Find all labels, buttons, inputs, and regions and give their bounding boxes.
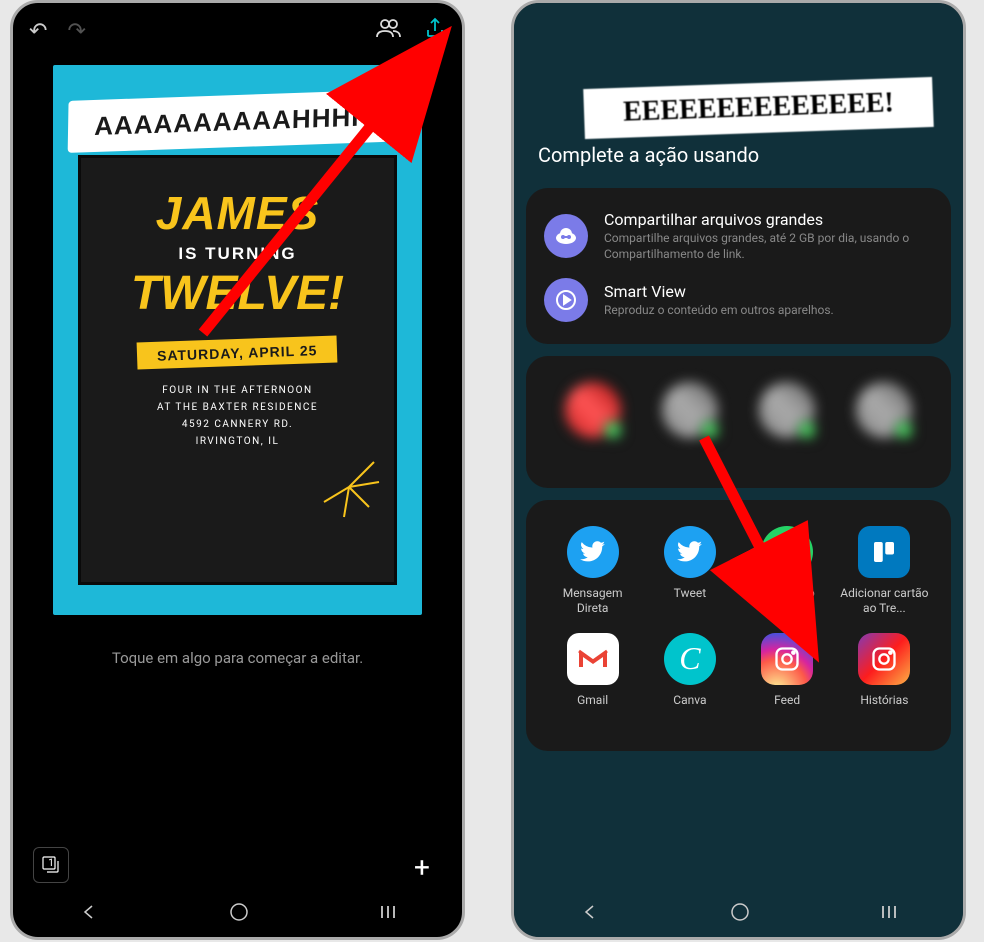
add-button[interactable]: + xyxy=(402,847,442,887)
collaborators-icon[interactable] xyxy=(376,17,402,45)
twitter-icon xyxy=(664,526,716,578)
canva-icon: C xyxy=(664,633,716,685)
detail-line: 4592 CANNERY RD. xyxy=(157,416,318,433)
app-label: Feed xyxy=(774,693,800,707)
instagram-icon xyxy=(761,633,813,685)
app-label: Mensagem Direta xyxy=(548,586,638,615)
contact-item[interactable] xyxy=(854,382,914,454)
bg-banner-text: EEEEEEEEEEEEEE! xyxy=(623,87,895,128)
avatar xyxy=(759,382,815,438)
app-gmail[interactable]: Gmail xyxy=(544,633,641,707)
home-icon[interactable] xyxy=(229,902,249,926)
contacts-section xyxy=(526,356,951,488)
app-label: WhatsApp xyxy=(760,586,815,600)
app-twitter-dm[interactable]: Mensagem Direta xyxy=(544,526,641,615)
editor-screen: ↶ ↷ AAAAAAAAAAHHHH! JAMES IS TURNING xyxy=(10,0,465,940)
option-subtitle: Compartilhe arquivos grandes, até 2 GB p… xyxy=(604,231,933,262)
app-label: Gmail xyxy=(577,693,608,707)
redo-icon[interactable]: ↷ xyxy=(67,19,85,44)
editor-toolbar: ↶ ↷ xyxy=(13,3,462,59)
avatar xyxy=(565,382,621,438)
back-icon[interactable] xyxy=(579,901,601,927)
contact-item[interactable] xyxy=(660,382,720,454)
contact-item[interactable] xyxy=(757,382,817,454)
twitter-icon xyxy=(567,526,619,578)
edit-prompt: Toque em algo para começar a editar. xyxy=(13,649,462,667)
apps-section: Mensagem Direta Tweet WhatsApp Adicionar… xyxy=(526,500,951,751)
poster-date: SATURDAY, APRIL 25 xyxy=(157,342,318,364)
app-instagram-stories[interactable]: Histórias xyxy=(836,633,933,707)
share-icon[interactable] xyxy=(424,17,446,45)
poster-card: JAMES IS TURNING TWELVE! SATURDAY, APRIL… xyxy=(78,155,397,585)
poster-age: TWELVE! xyxy=(131,266,344,321)
share-sheet-title: Complete a ação usando xyxy=(538,143,759,167)
share-sheet-screen: EEEEEEEEEEEEEE! Complete a ação usando C… xyxy=(511,0,966,940)
page-count: 1 xyxy=(48,858,54,869)
app-trello[interactable]: Adicionar cartão ao Tre... xyxy=(836,526,933,615)
contact-item[interactable] xyxy=(563,382,623,454)
avatar xyxy=(856,382,912,438)
recents-icon[interactable] xyxy=(379,903,397,925)
detail-line: FOUR IN THE AFTERNOON xyxy=(157,382,318,399)
date-banner: SATURDAY, APRIL 25 xyxy=(137,336,338,370)
trello-icon xyxy=(858,526,910,578)
instagram-icon xyxy=(858,633,910,685)
poster-turning: IS TURNING xyxy=(178,244,296,264)
gmail-icon xyxy=(567,633,619,685)
detail-line: IRVINGTON, IL xyxy=(157,433,318,450)
poster-banner: AAAAAAAAAAHHHH! xyxy=(68,89,408,153)
contact-name xyxy=(660,444,720,454)
app-canva[interactable]: C Canva xyxy=(641,633,738,707)
option-title: Compartilhar arquivos grandes xyxy=(604,210,933,229)
option-title: Smart View xyxy=(604,282,933,301)
back-icon[interactable] xyxy=(78,901,100,927)
contact-name xyxy=(563,444,623,454)
whatsapp-icon xyxy=(761,526,813,578)
smart-view-option[interactable]: Smart View Reproduz o conteúdo em outros… xyxy=(540,270,937,330)
app-instagram-feed[interactable]: Feed xyxy=(739,633,836,707)
app-label: Adicionar cartão ao Tre... xyxy=(839,586,929,615)
bottom-toolbar: 1 + xyxy=(13,847,462,887)
smart-view-icon xyxy=(544,278,588,322)
poster-name: JAMES xyxy=(156,186,319,240)
cloud-link-icon xyxy=(544,214,588,258)
app-label: Tweet xyxy=(674,586,707,600)
contact-name xyxy=(757,444,817,454)
banner-text: AAAAAAAAAAHHHH! xyxy=(94,100,381,141)
android-navbar xyxy=(13,891,462,937)
large-files-option[interactable]: Compartilhar arquivos grandes Compartilh… xyxy=(540,202,937,270)
undo-icon[interactable]: ↶ xyxy=(29,19,47,44)
app-whatsapp[interactable]: WhatsApp xyxy=(739,526,836,615)
app-label: Histórias xyxy=(860,693,908,707)
detail-line: AT THE BAXTER RESIDENCE xyxy=(157,399,318,416)
share-options-section: Compartilhar arquivos grandes Compartilh… xyxy=(526,188,951,344)
contact-name xyxy=(854,444,914,454)
poster-design[interactable]: AAAAAAAAAAHHHH! JAMES IS TURNING TWELVE!… xyxy=(53,65,422,615)
avatar xyxy=(662,382,718,438)
app-label: Canva xyxy=(673,693,706,707)
burst-decoration xyxy=(314,452,384,522)
app-twitter-tweet[interactable]: Tweet xyxy=(641,526,738,615)
canvas-area[interactable]: AAAAAAAAAAHHHH! JAMES IS TURNING TWELVE!… xyxy=(13,59,462,621)
recents-icon[interactable] xyxy=(880,903,898,925)
option-subtitle: Reproduz o conteúdo em outros aparelhos. xyxy=(604,303,933,319)
home-icon[interactable] xyxy=(730,902,750,926)
poster-details: FOUR IN THE AFTERNOON AT THE BAXTER RESI… xyxy=(157,382,318,450)
android-navbar xyxy=(514,891,963,937)
page-count-button[interactable]: 1 xyxy=(33,847,69,883)
